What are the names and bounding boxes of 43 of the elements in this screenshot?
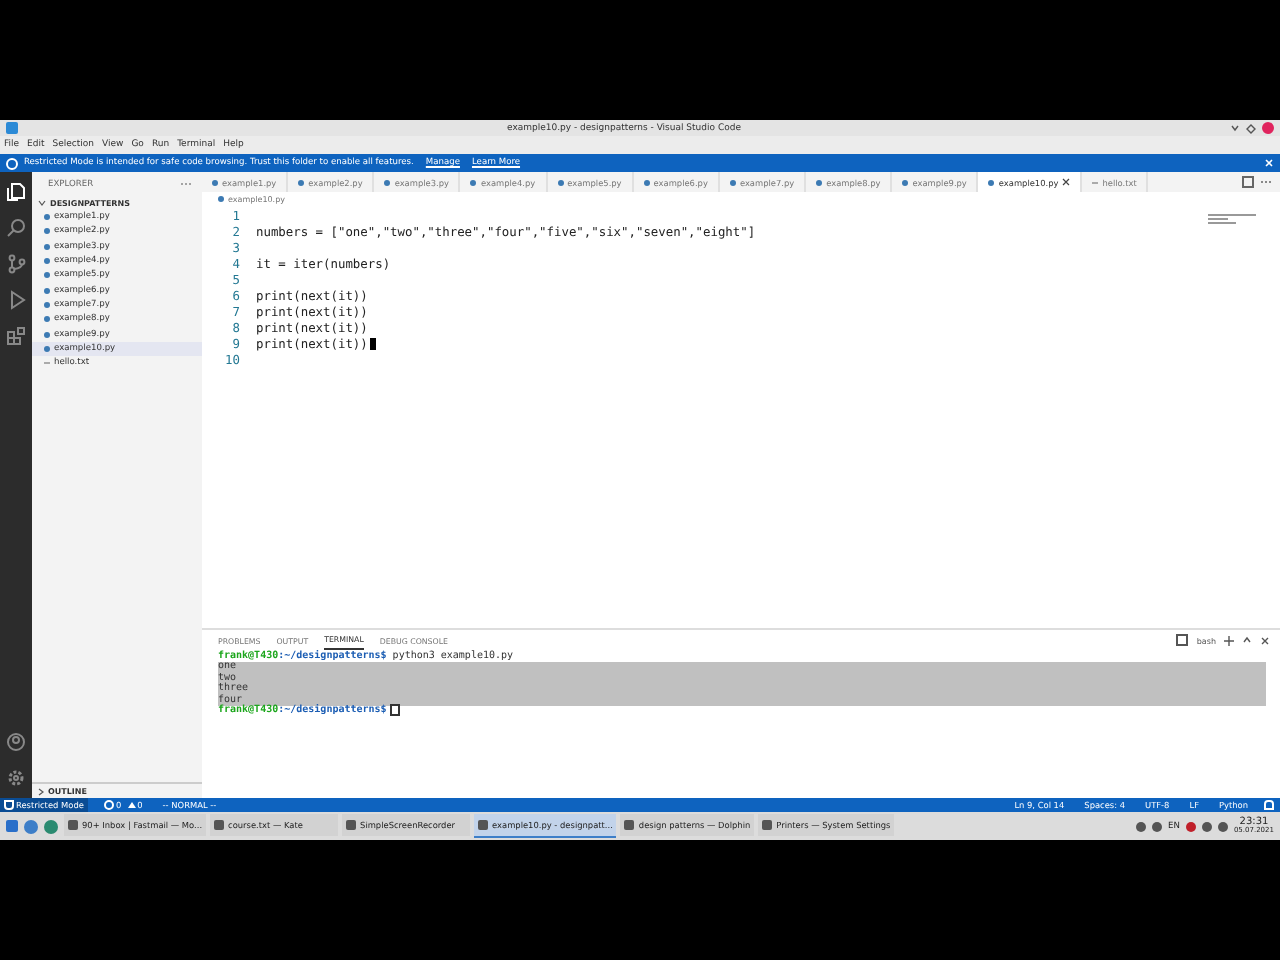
python-file-icon	[44, 243, 50, 250]
search-icon[interactable]	[6, 218, 26, 238]
python-file-icon	[470, 179, 477, 185]
python-file-icon	[557, 179, 564, 185]
account-icon[interactable]	[6, 732, 26, 752]
app-icon	[346, 820, 357, 830]
chevron-icon	[38, 200, 46, 206]
python-file-icon	[298, 179, 305, 185]
settings-icon[interactable]	[6, 768, 26, 788]
extensions-icon[interactable]	[6, 326, 26, 346]
python-file-icon	[44, 316, 50, 323]
app-icon	[214, 820, 225, 830]
app-icon	[478, 820, 489, 830]
shield-icon	[4, 800, 14, 810]
python-file-icon	[988, 179, 995, 185]
python-file-icon	[816, 179, 823, 185]
minimap-drawing	[1208, 214, 1256, 224]
bell-icon[interactable]	[1264, 800, 1274, 810]
close-icon[interactable]	[1062, 178, 1071, 186]
maximize-button[interactable]	[1246, 123, 1256, 133]
source-control-icon[interactable]	[6, 254, 26, 274]
chevron-up-icon[interactable]	[1242, 636, 1252, 644]
terminal-cursor	[390, 704, 401, 717]
text-cursor	[369, 338, 376, 350]
run-debug-icon[interactable]	[6, 290, 26, 310]
close-button[interactable]	[1262, 122, 1274, 134]
add-icon[interactable]	[1224, 635, 1234, 645]
app-icon	[624, 820, 635, 830]
app-logo-icon	[6, 122, 18, 134]
app-icon	[762, 820, 773, 830]
files-icon[interactable]	[6, 182, 26, 202]
python-file-icon	[729, 179, 736, 185]
info-icon	[6, 157, 18, 169]
python-file-icon	[218, 196, 224, 202]
split-editor-icon[interactable]	[1242, 176, 1254, 188]
python-file-icon	[212, 179, 218, 185]
python-file-icon	[384, 179, 391, 185]
close-icon[interactable]	[1260, 635, 1270, 645]
chevron-icon	[38, 787, 44, 795]
python-file-icon	[643, 179, 650, 185]
minimize-button[interactable]	[1230, 124, 1240, 132]
terminal-icon	[1176, 634, 1189, 646]
python-file-icon	[902, 179, 909, 185]
